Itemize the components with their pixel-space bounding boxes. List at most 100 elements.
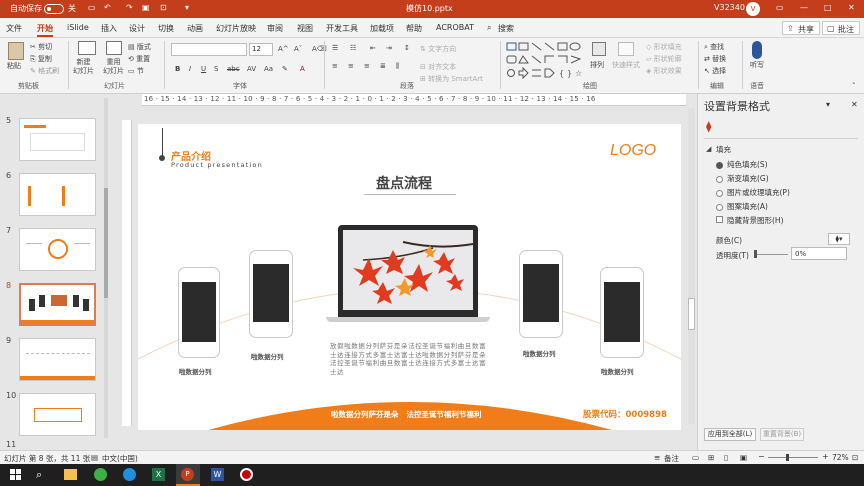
phone-caption[interactable]: 啦数据分列: [251, 351, 284, 361]
tab-help[interactable]: 帮助: [406, 23, 422, 34]
chrome-icon[interactable]: [94, 468, 107, 481]
pane-close-icon[interactable]: ✕: [851, 100, 858, 109]
thumbnail-slide-9[interactable]: [19, 338, 96, 381]
zoom-out-icon[interactable]: −: [758, 452, 765, 461]
underline-icon[interactable]: U: [201, 65, 206, 73]
font-size-input[interactable]: 12: [249, 43, 273, 56]
share-button[interactable]: ⇪ 共享: [782, 21, 820, 35]
zoom-slider[interactable]: [768, 457, 818, 458]
italic-icon[interactable]: I: [189, 65, 191, 73]
vertical-scrollbar[interactable]: [688, 108, 695, 424]
tab-view[interactable]: 视图: [297, 23, 313, 34]
search-icon[interactable]: ⌕: [487, 23, 491, 33]
spell-check-icon[interactable]: ▤: [91, 453, 98, 462]
avatar[interactable]: V: [746, 2, 760, 16]
transparency-slider[interactable]: [754, 254, 788, 255]
phone-mockup[interactable]: [178, 267, 220, 358]
tab-islide[interactable]: iSlide: [67, 23, 89, 32]
slide-sorter-icon[interactable]: ⊞: [708, 453, 714, 462]
notes-icon[interactable]: ≡: [654, 453, 660, 462]
tab-insert[interactable]: 插入: [101, 23, 117, 34]
search-taskbar-icon[interactable]: ⌕: [36, 468, 42, 482]
shadow-icon[interactable]: S: [214, 65, 218, 73]
shrink-font-icon[interactable]: Aˇ: [294, 45, 302, 53]
smartart-button[interactable]: ⊞ 转换为 SmartArt: [420, 74, 483, 84]
color-picker-button[interactable]: ⧫▾: [828, 233, 850, 245]
excel-icon[interactable]: X: [152, 468, 165, 481]
minimize-icon[interactable]: —: [800, 3, 808, 12]
font-name-input[interactable]: [171, 43, 247, 56]
grow-font-icon[interactable]: A^: [278, 45, 289, 53]
tab-transitions[interactable]: 切换: [158, 23, 174, 34]
zoom-level[interactable]: 72%: [832, 453, 849, 462]
tab-developer[interactable]: 开发工具: [326, 23, 358, 34]
logo-text[interactable]: LOGO: [610, 142, 656, 160]
microphone-icon[interactable]: [752, 41, 762, 59]
arrange-button[interactable]: 排列: [590, 60, 604, 70]
fit-to-window-icon[interactable]: ⊡: [852, 453, 858, 462]
cut-button[interactable]: ✂ 剪切: [30, 42, 52, 52]
normal-view-icon[interactable]: ▭: [692, 453, 699, 462]
replace-button[interactable]: ⇄ 替换: [704, 54, 726, 64]
thumbnail-slide-8-selected[interactable]: [19, 283, 96, 326]
zoom-in-icon[interactable]: +: [822, 452, 829, 461]
ribbon-display-icon[interactable]: ▭: [776, 3, 784, 12]
file-explorer-icon[interactable]: [64, 469, 77, 480]
dictate-button[interactable]: 听写: [750, 60, 764, 70]
shape-fill-button[interactable]: ◇ 形状填充: [646, 42, 682, 52]
strikethrough-icon[interactable]: abc: [227, 65, 240, 73]
phone-mockup[interactable]: [519, 250, 563, 338]
collapse-ribbon-icon[interactable]: ˄: [852, 82, 856, 90]
zoom-slider-thumb[interactable]: [786, 454, 789, 461]
maximize-icon[interactable]: □: [824, 3, 832, 12]
powerpoint-taskbar-button[interactable]: P: [176, 464, 200, 486]
quick-access-icon[interactable]: ⊡: [160, 3, 167, 12]
char-spacing-icon[interactable]: AV: [247, 65, 256, 73]
align-text-button[interactable]: ⊟ 对齐文本: [420, 62, 456, 72]
tab-addins[interactable]: 加载项: [370, 23, 394, 34]
align-center-icon[interactable]: ≡: [348, 62, 354, 70]
fill-section-header[interactable]: 填充: [716, 144, 731, 155]
layout-button[interactable]: ▤ 版式: [128, 42, 151, 52]
windows-start-icon[interactable]: [10, 469, 22, 481]
reset-background-button[interactable]: 重置背景(B): [760, 428, 804, 441]
bullets-icon[interactable]: ☰: [332, 44, 338, 52]
pattern-fill-option[interactable]: 图案填充(A): [716, 201, 768, 212]
recorder-icon[interactable]: [240, 468, 253, 481]
increase-indent-icon[interactable]: ⇥: [386, 44, 392, 52]
gradient-fill-option[interactable]: 渐变填充(G): [716, 173, 769, 184]
stock-code[interactable]: 股票代码：0009898: [583, 408, 667, 420]
notes-button[interactable]: 备注: [664, 453, 679, 464]
paste-icon[interactable]: [8, 42, 24, 60]
text-direction-button[interactable]: ⇅ 文字方向: [420, 44, 456, 54]
numbering-icon[interactable]: ☷: [350, 44, 356, 52]
picture-fill-option[interactable]: 图片或纹理填充(P): [716, 187, 790, 198]
change-case-icon[interactable]: Aa: [264, 65, 273, 73]
quick-styles-icon[interactable]: [618, 42, 634, 56]
phone-caption[interactable]: 啦数据分列: [601, 366, 634, 376]
undo-icon[interactable]: ↶: [104, 3, 111, 12]
select-button[interactable]: ↖ 选择: [704, 66, 726, 76]
autosave-toggle[interactable]: [44, 4, 64, 14]
columns-icon[interactable]: ⫼: [396, 62, 399, 71]
shapes-gallery[interactable]: { } ☆: [505, 41, 587, 81]
slideshow-icon[interactable]: ▣: [740, 453, 747, 462]
comments-button[interactable]: ▢ 批注: [822, 21, 860, 35]
thumbnails-scrollbar[interactable]: [104, 98, 108, 438]
hide-background-graphics-checkbox[interactable]: 隐藏背景图形(H): [716, 215, 784, 226]
phone-mockup[interactable]: [600, 267, 644, 358]
edge-icon[interactable]: [123, 468, 136, 481]
search-label[interactable]: 搜索: [498, 23, 514, 34]
slide-subheading[interactable]: Product presentation: [171, 161, 263, 169]
new-slide-button[interactable]: 新建 幻灯片: [73, 58, 94, 76]
language-indicator[interactable]: 中文(中国): [102, 453, 138, 464]
reuse-slide-icon[interactable]: [106, 41, 122, 55]
tab-design[interactable]: 设计: [129, 23, 145, 34]
tab-animations[interactable]: 动画: [187, 23, 203, 34]
tab-home[interactable]: 开始: [37, 23, 53, 37]
thumbnail-slide-10[interactable]: [19, 393, 96, 436]
fill-section-toggle-icon[interactable]: ◢: [706, 145, 711, 153]
find-button[interactable]: ⌕ 查找: [704, 42, 724, 52]
save-icon[interactable]: ▭: [88, 3, 96, 12]
transparency-input[interactable]: 0%: [791, 247, 847, 260]
